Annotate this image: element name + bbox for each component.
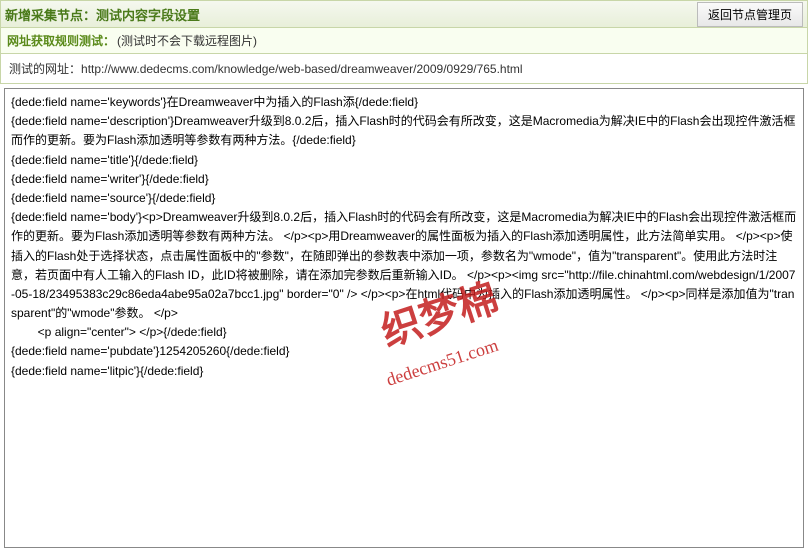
content-textarea[interactable] bbox=[4, 88, 804, 548]
rule-test-section: 网址获取规则测试： (测试时不会下载远程图片) bbox=[0, 28, 808, 54]
test-url-value: http://www.dedecms.com/knowledge/web-bas… bbox=[81, 62, 523, 76]
page-title: 新增采集节点：测试内容字段设置 bbox=[5, 5, 200, 24]
section-note: (测试时不会下载远程图片) bbox=[117, 32, 257, 49]
test-url-label: 测试的网址： bbox=[9, 62, 81, 76]
test-url-row: 测试的网址：http://www.dedecms.com/knowledge/w… bbox=[0, 54, 808, 84]
header-bar: 新增采集节点：测试内容字段设置 返回节点管理页 bbox=[0, 0, 808, 28]
return-button[interactable]: 返回节点管理页 bbox=[697, 2, 803, 27]
content-wrap: 织梦棉 dedecms51.com bbox=[0, 84, 808, 555]
section-title: 网址获取规则测试： bbox=[7, 32, 115, 49]
